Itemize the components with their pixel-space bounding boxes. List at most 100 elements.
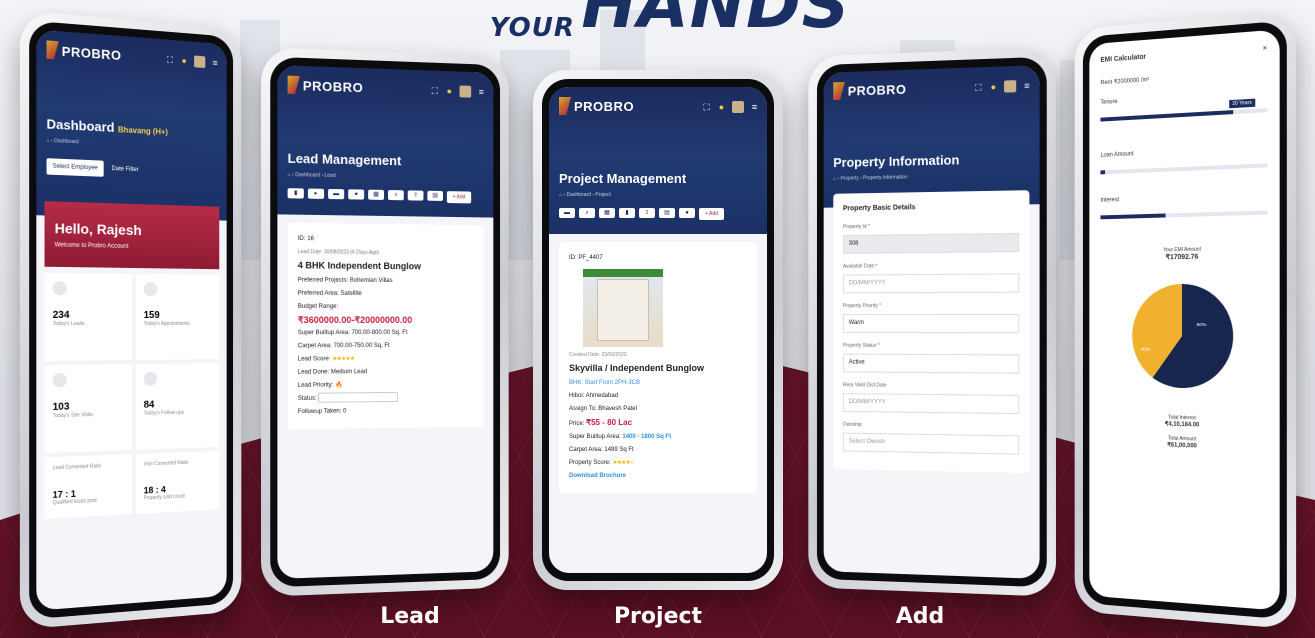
project-hero: Project Management ⌂ › Dashboard › Proje… xyxy=(549,161,767,234)
dashboard-screen: PROBRO ⛶ ● ≡ Dashboard Bhavang (H+) ⌂ › … xyxy=(36,29,227,611)
users-icon[interactable]: ● xyxy=(348,189,365,200)
pie-label-gold: 40% xyxy=(1141,347,1151,353)
page-title: Project Management xyxy=(559,171,687,186)
loan-rent: Rent ₹2000000 /m² xyxy=(1100,77,1150,87)
fullscreen-icon[interactable]: ⛶ xyxy=(166,54,175,65)
property-status-select[interactable]: Active xyxy=(842,353,1020,374)
print-icon[interactable]: ▤ xyxy=(659,208,675,218)
available-date-field[interactable]: DD/MM/YYYY xyxy=(842,273,1020,294)
project-card[interactable]: ID: PF_4407 Created Date: 23/09/2023 Sky… xyxy=(559,242,757,493)
phone-dashboard: PROBRO ⛶ ● ≡ Dashboard Bhavang (H+) ⌂ › … xyxy=(19,10,242,630)
menu-icon[interactable]: ≡ xyxy=(1022,80,1031,90)
property-form: Property Basic Details Property Id * 308… xyxy=(833,190,1030,474)
search-icon[interactable]: ⌕ xyxy=(387,190,404,201)
menu-icon[interactable]: ≡ xyxy=(211,57,219,67)
car-icon[interactable]: ▬ xyxy=(559,208,575,218)
property-priority-select[interactable]: Warm xyxy=(842,313,1020,334)
grid-icon[interactable]: ▦ xyxy=(368,189,385,200)
rera-date-field[interactable]: DD/MM/YYYY xyxy=(842,393,1020,415)
emi-title: EMI Calculator xyxy=(1100,53,1147,64)
phone-project: PROBRO ⛶ ● ≡ Project Management ⌂ › Dash… xyxy=(533,70,783,590)
stat-card[interactable]: 84 Today's Follow-ups xyxy=(135,362,220,450)
search-icon[interactable]: ⌕ xyxy=(579,208,595,218)
users-icon[interactable]: ● xyxy=(679,208,695,218)
export-icon[interactable]: ⇪ xyxy=(407,190,424,201)
amount-slider[interactable] xyxy=(1100,155,1268,178)
phone-property: PROBRO ⛶ ● ≡ Property Information ⌂ › Pr… xyxy=(808,47,1056,597)
interest-slider[interactable] xyxy=(1100,202,1268,223)
car-icon[interactable]: ▬ xyxy=(328,188,345,200)
page-title: Dashboard xyxy=(46,116,115,136)
carpet-area: Carpet Area: 700.00-750.00 Sq. Ft xyxy=(297,342,390,350)
caption-add: Add xyxy=(895,604,945,629)
welcome-text: Welcome to Probro Account xyxy=(54,242,129,250)
close-icon[interactable]: ✕ xyxy=(1262,45,1267,53)
download-brochure-link[interactable]: Download Brochure xyxy=(569,470,747,483)
price-value: ₹55 - 80 Lac xyxy=(586,418,633,427)
super-area-value: 1400 - 1800 Sq Ft xyxy=(622,434,672,440)
date-filter-tab[interactable]: Date Filter xyxy=(110,161,141,178)
lead-hero: Lead Management ⌂ › Dashboard › Lead ▮ ▸… xyxy=(277,140,494,218)
grid-icon[interactable]: ▦ xyxy=(599,208,615,218)
bulb-icon[interactable]: ● xyxy=(445,86,454,96)
filter-icon[interactable]: ▮ xyxy=(287,188,304,199)
export-icon[interactable]: ⇪ xyxy=(639,208,655,218)
building-image xyxy=(583,269,663,347)
fullscreen-icon[interactable]: ⛶ xyxy=(974,82,983,92)
greeting-card: Hello, Rajesh Welcome to Probro Account xyxy=(44,201,220,270)
menu-icon[interactable]: ≡ xyxy=(750,102,759,112)
headline-line1: YOUR xyxy=(489,13,575,43)
created-date: Created Date: 23/09/2023 xyxy=(569,352,627,358)
project-id: ID: PF_4407 xyxy=(569,255,603,261)
play-icon[interactable]: ▸ xyxy=(307,188,325,199)
hiboi: Hiboi: Ahmedabad xyxy=(569,393,619,399)
avatar[interactable] xyxy=(459,85,472,98)
avatar[interactable] xyxy=(732,101,744,113)
emi-pie-chart: 60% 40% xyxy=(1132,283,1234,389)
project-screen: PROBRO ⛶ ● ≡ Project Management ⌂ › Dash… xyxy=(549,87,767,573)
avatar[interactable] xyxy=(194,55,206,69)
menu-icon[interactable]: ≡ xyxy=(477,87,486,97)
phone-lead: PROBRO ⛶ ● ≡ Lead Management ⌂ › Dashboa… xyxy=(261,47,509,597)
app-header: PROBRO ⛶ ● ≡ xyxy=(277,65,494,146)
carpet-area: Carpet Area: 1499 Sq Ft xyxy=(569,447,634,453)
bulb-icon[interactable]: ● xyxy=(989,81,998,91)
lead-score-stars: ★★★★★ xyxy=(332,356,355,363)
app-header: PROBRO ⛶ ● ≡ xyxy=(36,29,227,117)
stat-card[interactable]: 234 Today's Leads xyxy=(44,272,133,361)
greeting-title: Hello, Rajesh xyxy=(54,219,142,239)
property-id-field[interactable]: 308 xyxy=(842,232,1020,254)
preferred-area: Preferred Area: Satellite xyxy=(297,290,362,297)
user-icon xyxy=(52,281,67,296)
budget-label: Budget Range: xyxy=(297,303,339,310)
bulb-icon[interactable]: ● xyxy=(180,55,188,65)
caption-lead: Lead xyxy=(380,604,440,629)
avatar[interactable] xyxy=(1004,80,1017,93)
phone-emi: EMI Calculator ✕ Rent ₹2000000 /m² Tenur… xyxy=(1074,10,1297,630)
add-project-button[interactable]: + Add xyxy=(699,208,724,220)
ownship-select[interactable]: Select Ownsh xyxy=(842,432,1020,455)
filter-icon[interactable]: ▮ xyxy=(619,208,635,218)
bhk-info: BHK: Start From 2PH-3CB xyxy=(569,380,641,386)
ratio-card: Visit Converted Ratio 18 : 4 Property so… xyxy=(135,450,220,514)
breadcrumb: ⌂ › Dashboard › Project xyxy=(559,192,611,198)
assign-to: Assign To: Bhavesh Patel xyxy=(569,406,637,412)
stats-grid: 234 Today's Leads 159 Today's Appointmen… xyxy=(44,272,220,519)
add-lead-button[interactable]: + Add xyxy=(446,191,472,204)
budget-value: ₹3600000.00-₹20000000.00 xyxy=(297,314,413,326)
lead-card[interactable]: ID: 16 Lead Date: 30/08/2023 (6 Days Ago… xyxy=(287,222,484,430)
bulb-icon[interactable]: ● xyxy=(717,102,726,112)
headline-line2: HANDS xyxy=(581,0,851,43)
app-header: PROBRO ⛶ ● ≡ xyxy=(823,65,1040,146)
stat-card[interactable]: 103 Today's Site Visits xyxy=(44,364,133,454)
select-employee-tab[interactable]: Select Employee xyxy=(46,158,104,177)
fullscreen-icon[interactable]: ⛶ xyxy=(702,102,711,112)
print-icon[interactable]: ▤ xyxy=(427,190,444,201)
stat-card[interactable]: 159 Today's Appointments xyxy=(135,274,220,360)
status-select[interactable] xyxy=(318,392,399,404)
page-title: Lead Management xyxy=(287,150,402,169)
fullscreen-icon[interactable]: ⛶ xyxy=(430,85,439,95)
breadcrumb: ⌂ › Property › Property Information xyxy=(833,174,908,182)
app-header: PROBRO ⛶ ● ≡ xyxy=(549,87,767,161)
breadcrumb: ⌂ › Dashboard xyxy=(46,137,79,146)
